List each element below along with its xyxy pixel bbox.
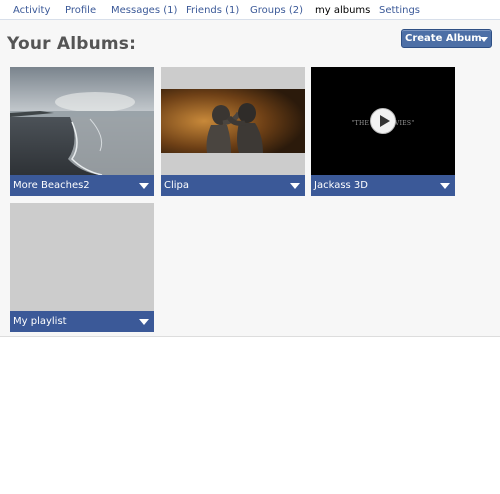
nav-messages[interactable]: Messages (1) xyxy=(111,5,177,17)
top-nav: Activity Profile Messages (1) Friends (1… xyxy=(0,0,500,20)
nav-friends[interactable]: Friends (1) xyxy=(186,5,239,17)
album-label-bar[interactable]: Clipa xyxy=(161,175,305,196)
album-thumbnail[interactable] xyxy=(10,203,154,311)
create-album-button[interactable]: Create Album xyxy=(401,29,492,48)
dropdown-arrow-icon[interactable] xyxy=(290,183,300,189)
album-card-clipa[interactable]: Clipa xyxy=(161,67,305,196)
figures-photo xyxy=(161,67,305,175)
dropdown-arrow-icon[interactable] xyxy=(440,183,450,189)
album-title: My playlist xyxy=(13,316,67,327)
create-album-label: Create Album xyxy=(405,33,482,44)
dropdown-arrow-icon[interactable] xyxy=(139,183,149,189)
nav-profile[interactable]: Profile xyxy=(65,5,96,17)
play-icon[interactable] xyxy=(370,108,396,134)
beach-photo xyxy=(10,67,154,175)
nav-activity[interactable]: Activity xyxy=(13,5,50,17)
dropdown-arrow-icon[interactable] xyxy=(139,319,149,325)
album-title: Clipa xyxy=(164,180,190,191)
album-title: Jackass 3D xyxy=(314,180,368,191)
album-title: More Beaches2 xyxy=(13,180,90,191)
album-label-bar[interactable]: My playlist xyxy=(10,311,154,332)
album-card-more-beaches2[interactable]: More Beaches2 xyxy=(10,67,154,196)
album-card-jackass-3d[interactable]: "THE FU MOVIES" Jackass 3D xyxy=(311,67,455,196)
albums-panel: Your Albums: Create Album More Beaches2 … xyxy=(0,20,500,337)
nav-my-albums[interactable]: my albums xyxy=(315,5,370,17)
album-label-bar[interactable]: More Beaches2 xyxy=(10,175,154,196)
album-thumbnail[interactable] xyxy=(161,67,305,175)
album-card-my-playlist[interactable]: My playlist xyxy=(10,203,154,332)
chevron-down-icon xyxy=(480,37,488,42)
nav-settings[interactable]: Settings xyxy=(379,5,420,17)
album-thumbnail[interactable]: "THE FU MOVIES" xyxy=(311,67,455,175)
nav-groups[interactable]: Groups (2) xyxy=(250,5,303,17)
album-thumbnail[interactable] xyxy=(10,67,154,175)
page-title: Your Albums: xyxy=(7,34,137,54)
album-label-bar[interactable]: Jackass 3D xyxy=(311,175,455,196)
